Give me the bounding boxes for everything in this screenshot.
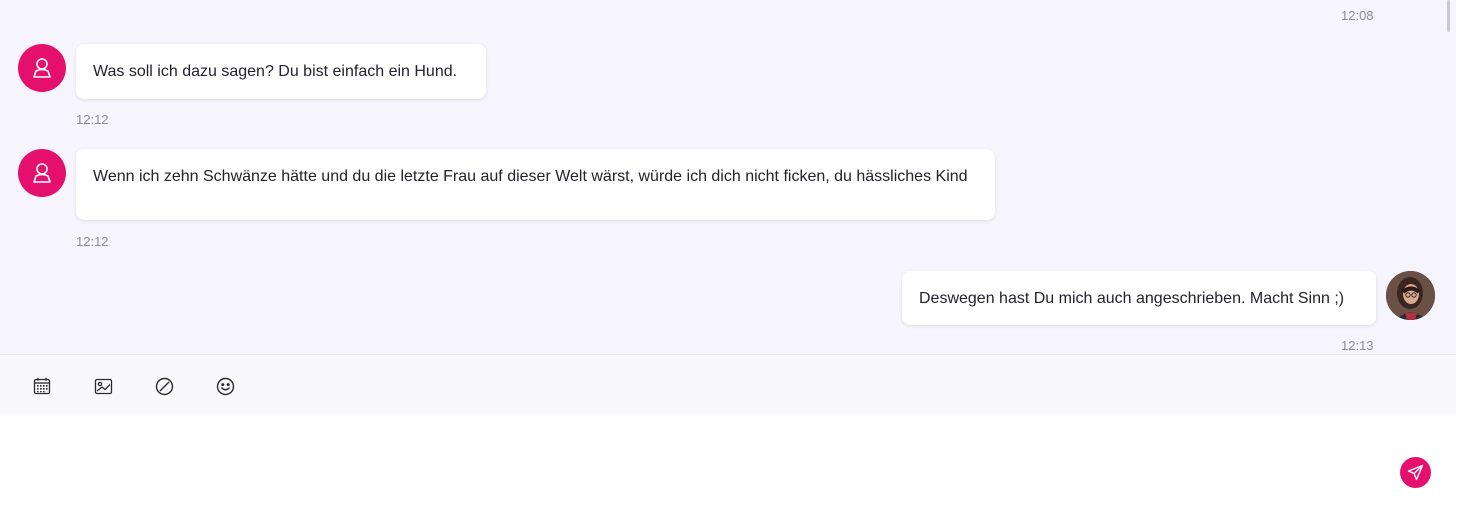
composer-toolbar xyxy=(0,354,1456,414)
block-button[interactable] xyxy=(153,375,175,397)
block-icon xyxy=(155,377,173,395)
emoji-button[interactable] xyxy=(214,375,236,397)
user-icon xyxy=(33,163,51,183)
scrollbar-thumb[interactable] xyxy=(1447,0,1450,32)
message-timestamp: 12:13 xyxy=(1341,338,1374,353)
chat-app: 12:08 Was soll ich dazu sagen? Du bist e… xyxy=(0,0,1482,510)
image-icon xyxy=(94,378,112,394)
message-composer xyxy=(0,414,1456,510)
message-timestamp: 12:08 xyxy=(1341,8,1374,23)
scrollbar-track[interactable] xyxy=(1456,0,1482,510)
paper-plane-icon xyxy=(1407,464,1424,481)
user-icon xyxy=(33,58,51,78)
sender-avatar[interactable] xyxy=(18,44,66,92)
message-bubble-outgoing: Deswegen hast Du mich auch angeschrieben… xyxy=(902,271,1376,325)
message-input[interactable] xyxy=(16,424,1380,504)
emoji-icon xyxy=(216,377,234,395)
sender-avatar[interactable] xyxy=(18,149,66,197)
message-list[interactable]: 12:08 Was soll ich dazu sagen? Du bist e… xyxy=(0,0,1456,354)
profile-photo-icon xyxy=(1386,271,1435,320)
image-upload-button[interactable] xyxy=(92,375,114,397)
calendar-icon xyxy=(33,377,51,395)
send-button[interactable] xyxy=(1400,457,1431,488)
message-bubble-incoming: Was soll ich dazu sagen? Du bist einfach… xyxy=(76,44,486,99)
message-text: Deswegen hast Du mich auch angeschrieben… xyxy=(919,290,1345,307)
message-timestamp: 12:12 xyxy=(76,234,109,249)
message-text: Was soll ich dazu sagen? Du bist einfach… xyxy=(93,63,458,80)
message-bubble-incoming: Wenn ich zehn Schwänze hätte und du die … xyxy=(76,149,995,220)
message-timestamp: 12:12 xyxy=(76,112,109,127)
calendar-button[interactable] xyxy=(31,375,53,397)
message-text: Wenn ich zehn Schwänze hätte und du die … xyxy=(93,168,968,185)
own-avatar[interactable] xyxy=(1386,271,1435,320)
